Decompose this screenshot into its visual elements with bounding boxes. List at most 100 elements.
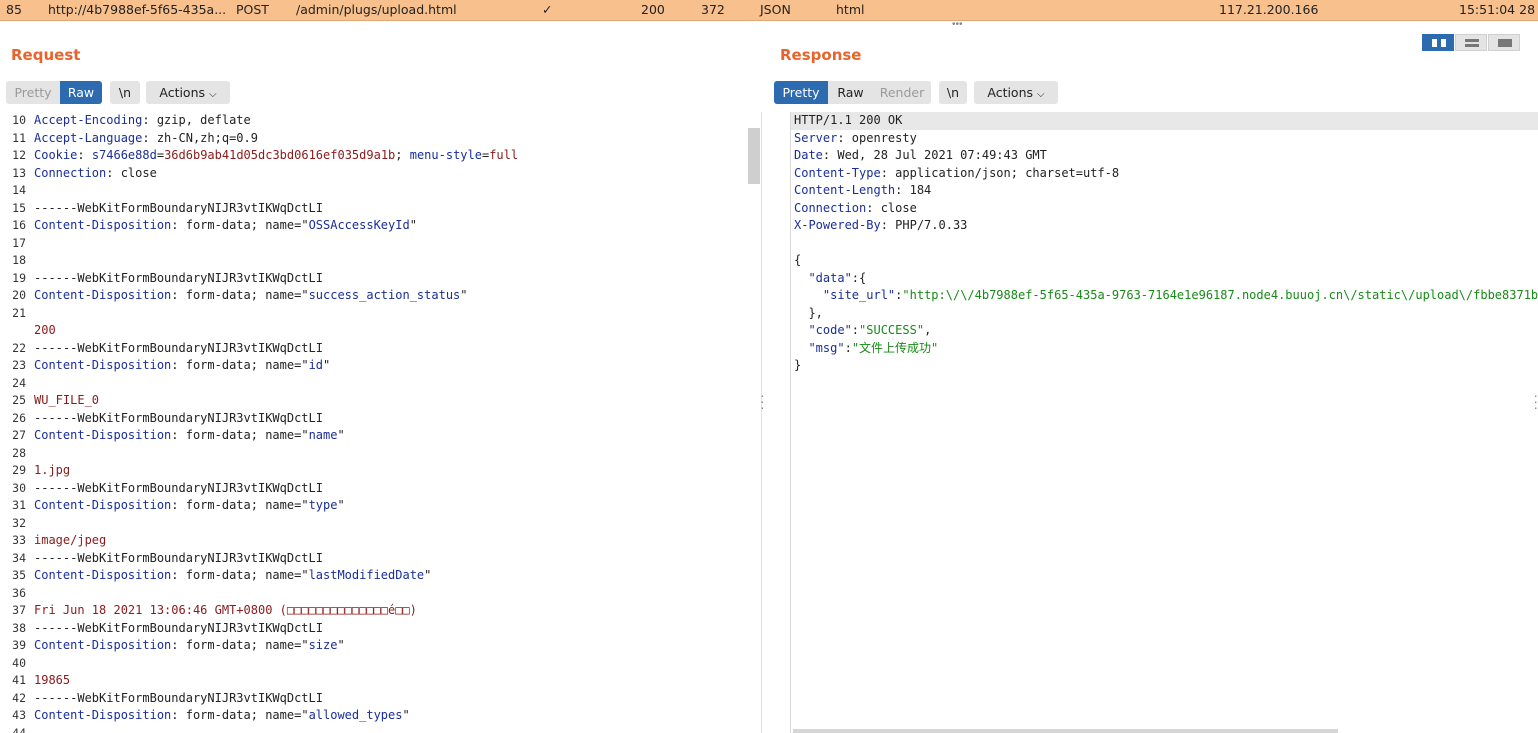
code-token: ------WebKitFormBoundaryNIJR3vtIKWqDctLI — [34, 620, 323, 635]
code-token: ------WebKitFormBoundaryNIJR3vtIKWqDctLI — [34, 200, 323, 215]
response-title: Response — [780, 46, 862, 64]
line-content: HTTP/1.1 200 OK — [794, 112, 902, 130]
line-content: Server: openresty — [794, 130, 917, 148]
code-token: "site_url" — [794, 288, 896, 302]
line-content: "data":{ — [794, 270, 866, 288]
response-code-line: 6Connection: close — [791, 200, 1538, 218]
code-token: ------WebKitFormBoundaryNIJR3vtIKWqDctLI — [34, 340, 323, 355]
request-code-line: 20 Content-Disposition: form-data; name="… — [0, 287, 761, 305]
line-number: 10 — [12, 113, 26, 127]
code-token: = — [156, 148, 165, 162]
code-token: { — [794, 253, 802, 267]
code-token: :{ — [851, 270, 867, 285]
code-token: size — [308, 638, 338, 652]
request-tab-raw[interactable]: Raw — [60, 81, 102, 104]
line-content: Date: Wed, 28 Jul 2021 07:49:43 GMT — [794, 147, 1047, 165]
layout-side-by-side-button[interactable] — [1422, 34, 1454, 51]
code-token: : form-data; name=" — [171, 358, 309, 372]
panel-splitter-handle-icon[interactable]: · · · — [1533, 388, 1538, 414]
code-token: : close — [106, 165, 157, 180]
line-content: "msg":"文件上传成功" — [794, 340, 938, 358]
request-code-line: 11 Accept-Language: zh-CN,zh;q=0.9 — [0, 130, 761, 148]
response-actions-menu[interactable]: Actions ⌵ — [974, 81, 1058, 104]
line-content: Content-Type: application/json; charset=… — [794, 165, 1119, 183]
line-content: ------WebKitFormBoundaryNIJR3vtIKWqDctLI — [34, 550, 323, 568]
line-number: 40 — [12, 655, 26, 670]
line-number: 38 — [12, 620, 26, 635]
response-code-line: 1HTTP/1.1 200 OK — [791, 112, 1538, 130]
request-code-line: 30 ------WebKitFormBoundaryNIJR3vtIKWqDct… — [0, 480, 761, 498]
response-code-line: "site_url":"http:\/\/4b7988ef-5f65-435a-… — [791, 287, 1538, 305]
code-token: Connection — [34, 165, 107, 180]
request-newline-toggle[interactable]: \n — [110, 81, 140, 104]
code-token: " — [337, 428, 345, 442]
request-scrollbar-thumb[interactable] — [748, 128, 760, 184]
line-number: 12 — [12, 148, 26, 162]
code-token: " — [409, 218, 417, 232]
line-number: 27 — [12, 428, 26, 442]
line-number: 13 — [12, 165, 26, 180]
code-token: "data" — [794, 270, 852, 285]
code-token: : form-data; name=" — [171, 638, 309, 652]
line-number: 39 — [12, 638, 26, 652]
code-token: image/jpeg — [34, 533, 107, 547]
single-pane-icon — [1498, 39, 1512, 47]
line-content: WU_FILE_0 — [34, 392, 99, 410]
response-code-line: 3Date: Wed, 28 Jul 2021 07:49:43 GMT — [791, 147, 1538, 165]
code-token: : zh-CN,zh;q=0.9 — [142, 130, 258, 145]
line-number: 18 — [12, 253, 26, 267]
history-edited-check: ✓ — [542, 2, 553, 17]
layout-top-bottom-button[interactable] — [1455, 34, 1487, 51]
chevron-down-icon: ⌵ — [209, 89, 217, 100]
request-actions-menu[interactable]: Actions ⌵ — [146, 81, 230, 104]
line-number: 24 — [12, 375, 26, 390]
request-code-line: 37 Fri Jun 18 2021 13:06:46 GMT+0800 (□□□… — [0, 602, 761, 620]
code-token: type — [308, 498, 338, 512]
line-number: 11 — [12, 130, 26, 145]
code-token: " — [460, 288, 468, 302]
request-code-line: 18 — [0, 252, 761, 270]
line-number: 20 — [12, 288, 26, 302]
request-code-line: 10 Accept-Encoding: gzip, deflate — [0, 112, 761, 130]
response-horizontal-scrollbar[interactable] — [793, 729, 1338, 733]
code-token: " — [337, 638, 345, 652]
history-host: http://4b7988ef-5f65-435a... — [48, 2, 227, 17]
code-token: : form-data; name=" — [171, 498, 309, 512]
request-editor[interactable]: 10 Accept-Encoding: gzip, deflate 11 Accept… — [0, 112, 762, 733]
code-token: Content-Type — [794, 165, 881, 180]
code-token: ------WebKitFormBoundaryNIJR3vtIKWqDctLI — [34, 270, 323, 285]
line-content: Content-Disposition: form-data; name="na… — [34, 427, 345, 445]
request-code-line: 21 — [0, 305, 761, 323]
code-token: : — [77, 148, 92, 162]
line-content: ------WebKitFormBoundaryNIJR3vtIKWqDctLI — [34, 340, 323, 358]
request-title: Request — [11, 46, 81, 64]
response-tab-raw[interactable]: Raw — [828, 81, 873, 104]
response-panel: Response Pretty Raw Render \n Actions⌵ 1… — [772, 28, 1538, 733]
line-number: 35 — [12, 568, 26, 582]
response-code-line: 9{ — [791, 252, 1538, 270]
code-token: : PHP/7.0.33 — [880, 218, 968, 232]
code-token: Content-Disposition — [34, 218, 172, 232]
response-tab-render[interactable]: Render — [873, 81, 931, 104]
line-content: X-Powered-By: PHP/7.0.33 — [794, 217, 967, 235]
response-newline-toggle[interactable]: \n — [939, 81, 967, 104]
request-code-line: 40 — [0, 655, 761, 673]
response-tab-pretty[interactable]: Pretty — [774, 81, 828, 104]
request-code-line: 22 ------WebKitFormBoundaryNIJR3vtIKWqDct… — [0, 340, 761, 358]
code-token: : gzip, deflate — [142, 113, 251, 127]
code-token: : form-data; name=" — [171, 568, 309, 582]
line-number: 28 — [12, 445, 26, 460]
request-code-line: 26 ------WebKitFormBoundaryNIJR3vtIKWqDct… — [0, 410, 761, 428]
code-token: : — [851, 323, 860, 337]
layout-tabs-button[interactable] — [1488, 34, 1520, 51]
code-token: success_action_status — [308, 288, 461, 302]
panel-splitter-handle-icon[interactable]: · · · — [760, 388, 765, 414]
history-row-selected[interactable]: 85 http://4b7988ef-5f65-435a... POST /ad… — [0, 0, 1538, 21]
request-code-line: 17 — [0, 235, 761, 253]
line-content: image/jpeg — [34, 532, 106, 550]
code-token: " — [337, 498, 345, 512]
code-token: WU_FILE_0 — [34, 393, 100, 407]
line-content: ------WebKitFormBoundaryNIJR3vtIKWqDctLI — [34, 620, 323, 638]
request-tab-pretty[interactable]: Pretty — [6, 81, 60, 104]
response-editor[interactable]: 1HTTP/1.1 200 OK2Server: openresty3Date:… — [790, 112, 1538, 733]
